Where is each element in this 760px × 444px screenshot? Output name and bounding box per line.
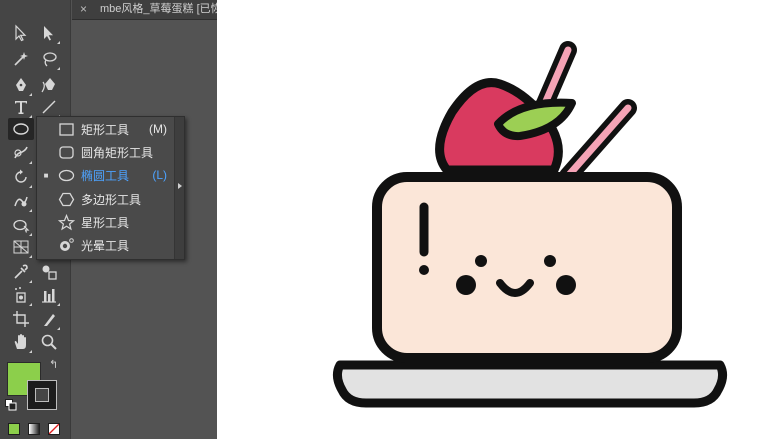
rotate-icon	[15, 169, 27, 183]
warp-tool[interactable]	[10, 190, 32, 212]
document-tab[interactable]: × mbe风格_草莓蛋糕 [已恢	[72, 0, 217, 20]
flyout-item-rounded-rectangle[interactable]: 圆角矩形工具	[37, 141, 175, 163]
flyout-item-polygon[interactable]: 多边形工具	[37, 188, 175, 210]
shape-builder-icon	[13, 219, 30, 233]
hand-icon	[14, 334, 26, 349]
direct-selection-tool[interactable]	[38, 22, 60, 44]
symbol-sprayer-tool[interactable]	[10, 284, 32, 306]
paintbrush-tool[interactable]	[10, 142, 32, 164]
flyout-item-label: 星形工具	[81, 215, 130, 230]
line-icon	[42, 100, 56, 114]
hand-tool[interactable]	[10, 331, 32, 353]
stroke-color-swatch[interactable]	[27, 380, 57, 410]
arrow-outline-icon	[15, 24, 27, 42]
lasso-tool[interactable]	[38, 48, 60, 70]
sprayer-icon	[15, 287, 26, 303]
flyout-item-label: 椭圆工具	[81, 168, 130, 183]
type-T-icon	[15, 101, 27, 114]
document-title: mbe风格_草莓蛋糕 [已恢	[100, 3, 217, 15]
brush-icon	[14, 146, 28, 159]
ellipse-icon	[13, 123, 29, 135]
magic-wand-tool[interactable]	[10, 48, 32, 70]
selected-check-icon: ■	[43, 170, 49, 180]
tearoff-arrow-icon	[178, 183, 182, 189]
shape-tools-flyout: 矩形工具 (M) 圆角矩形工具 ■ 椭圆工具 (L) 多边形工具 星形工具 光晕…	[36, 116, 185, 260]
grid-icon	[13, 240, 29, 254]
flare-icon	[59, 237, 74, 251]
blend-icon	[42, 265, 57, 280]
ellipse-tool[interactable]	[8, 118, 34, 140]
selection-tool[interactable]	[10, 22, 32, 44]
perspective-grid-tool[interactable]	[10, 236, 32, 258]
flyout-item-label: 光晕工具	[81, 238, 130, 253]
eyedropper-tool[interactable]	[10, 261, 32, 283]
zoom-tool[interactable]	[38, 331, 60, 353]
swap-fill-stroke-icon[interactable]: ↰	[49, 359, 61, 371]
default-fill-stroke-icon[interactable]	[5, 399, 17, 411]
rotate-tool[interactable]	[10, 166, 32, 188]
color-mode-button[interactable]	[8, 423, 20, 435]
column-graph-tool[interactable]	[38, 284, 60, 306]
rounded-rectangle-icon	[58, 145, 74, 159]
slice-tool[interactable]	[38, 308, 60, 330]
pen-tool[interactable]	[10, 74, 32, 96]
plate	[332, 360, 728, 408]
lasso-icon	[43, 52, 57, 67]
right-cheek-dot	[544, 255, 556, 267]
curvature-pen-icon	[41, 78, 55, 93]
right-eye	[556, 275, 576, 295]
flyout-item-ellipse[interactable]: ■ 椭圆工具 (L)	[37, 164, 175, 186]
artboard-tool[interactable]	[10, 308, 32, 330]
artboard-canvas[interactable]	[217, 0, 760, 439]
exclamation-dot	[419, 265, 429, 275]
flyout-item-rectangle[interactable]: 矩形工具 (M)	[37, 118, 175, 140]
magic-wand-icon	[14, 52, 28, 66]
knife-icon	[44, 314, 55, 326]
warp-icon	[14, 196, 28, 207]
tearoff-grip[interactable]	[174, 117, 184, 259]
left-eye	[456, 275, 476, 295]
ellipse-icon	[58, 169, 74, 181]
flyout-item-flare[interactable]: 光晕工具	[37, 234, 175, 256]
close-tab-icon[interactable]: ×	[80, 0, 87, 19]
arrow-filled-icon	[44, 26, 53, 41]
line-segment-tool[interactable]	[38, 96, 60, 118]
rectangle-icon	[58, 122, 74, 136]
shape-builder-tool[interactable]	[10, 214, 32, 236]
bar-chart-icon	[42, 289, 56, 303]
flyout-item-star[interactable]: 星形工具	[37, 211, 175, 233]
flyout-item-label: 多边形工具	[81, 192, 142, 207]
artboard-icon	[13, 311, 29, 327]
star-icon	[57, 213, 75, 230]
blend-tool[interactable]	[38, 261, 60, 283]
eyedropper-icon	[14, 264, 28, 279]
gradient-mode-button[interactable]	[28, 423, 40, 435]
magnifier-icon	[41, 334, 57, 350]
type-tool[interactable]	[10, 96, 32, 118]
strawberry-cake-illustration	[332, 41, 728, 408]
flyout-item-label: 圆角矩形工具	[81, 145, 154, 160]
curvature-tool[interactable]	[38, 74, 60, 96]
flyout-item-shortcut: (M)	[149, 122, 167, 136]
flyout-item-shortcut: (L)	[152, 168, 167, 182]
none-mode-button[interactable]	[48, 423, 60, 435]
left-cheek-dot	[475, 255, 487, 267]
pen-icon	[16, 78, 26, 91]
stick-right	[559, 99, 637, 185]
polygon-icon	[58, 192, 74, 206]
flyout-item-label: 矩形工具	[81, 122, 130, 137]
